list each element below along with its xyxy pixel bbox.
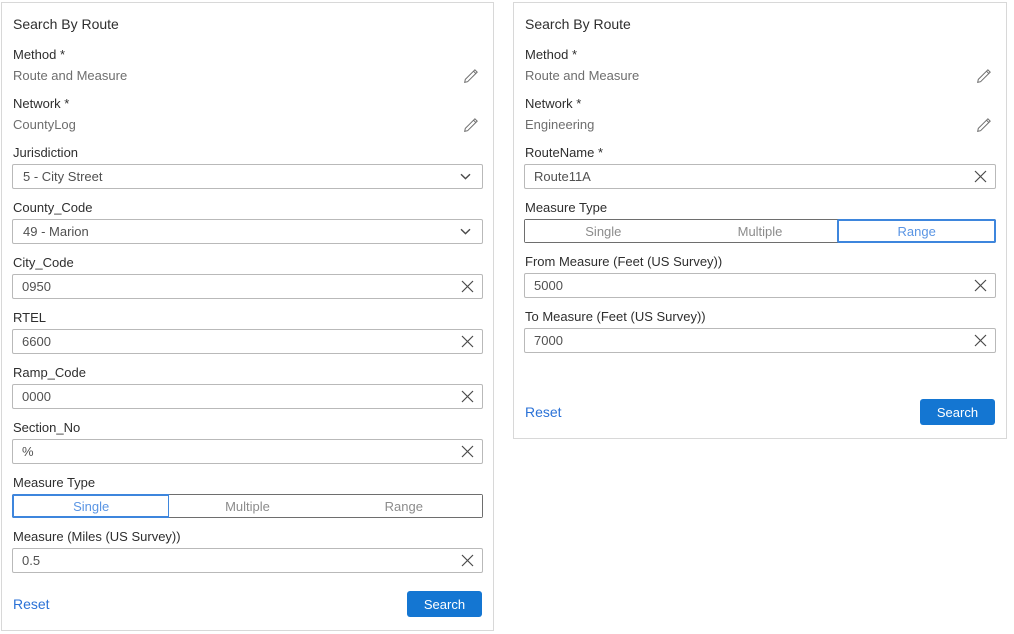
measure-input[interactable]	[12, 548, 483, 573]
close-icon	[461, 445, 474, 458]
pencil-icon	[976, 117, 992, 133]
network-value: CountyLog	[13, 117, 76, 133]
method-value: Route and Measure	[525, 68, 639, 84]
clear-section-no-button[interactable]	[452, 440, 482, 463]
edit-network-button[interactable]	[973, 117, 995, 133]
close-icon	[461, 335, 474, 348]
clear-city-code-button[interactable]	[452, 275, 482, 298]
field-rtel: RTEL	[12, 310, 483, 354]
measure-type-segmented: Single Multiple Range	[524, 219, 996, 243]
ramp-code-label: Ramp_Code	[13, 365, 483, 381]
field-method: Method * Route and Measure	[13, 47, 482, 84]
close-icon	[974, 279, 987, 292]
reset-link[interactable]: Reset	[525, 404, 562, 420]
field-measure-type: Measure Type Single Multiple Range	[524, 200, 996, 243]
measure-type-segmented: Single Multiple Range	[12, 494, 483, 518]
route-name-input[interactable]	[524, 164, 996, 189]
clear-to-measure-button[interactable]	[965, 329, 995, 352]
close-icon	[974, 334, 987, 347]
clear-route-name-button[interactable]	[965, 165, 995, 188]
measure-type-label: Measure Type	[13, 475, 483, 491]
close-icon	[461, 280, 474, 293]
to-measure-label: To Measure (Feet (US Survey))	[525, 309, 996, 325]
jurisdiction-label: Jurisdiction	[13, 145, 483, 161]
city-code-label: City_Code	[13, 255, 483, 271]
field-city-code: City_Code	[12, 255, 483, 299]
section-no-label: Section_No	[13, 420, 483, 436]
page: Search By Route Method * Route and Measu…	[0, 0, 1014, 631]
search-button[interactable]: Search	[407, 591, 482, 617]
panel-title: Search By Route	[525, 16, 996, 33]
field-from-measure: From Measure (Feet (US Survey))	[524, 254, 996, 298]
method-value: Route and Measure	[13, 68, 127, 84]
route-name-label: RouteName *	[525, 145, 996, 161]
jurisdiction-selected-value: 5 - City Street	[23, 169, 102, 184]
clear-rtel-button[interactable]	[452, 330, 482, 353]
field-method: Method * Route and Measure	[525, 47, 995, 84]
close-icon	[461, 390, 474, 403]
edit-network-button[interactable]	[460, 117, 482, 133]
close-icon	[974, 170, 987, 183]
panel-title: Search By Route	[13, 16, 483, 33]
pencil-icon	[976, 68, 992, 84]
county-code-selected-value: 49 - Marion	[23, 224, 89, 239]
county-code-select[interactable]: 49 - Marion	[12, 219, 483, 244]
field-ramp-code: Ramp_Code	[12, 365, 483, 409]
network-value: Engineering	[525, 117, 594, 133]
clear-measure-button[interactable]	[452, 549, 482, 572]
panel-footer: Reset Search	[12, 591, 483, 618]
measure-type-label: Measure Type	[525, 200, 996, 216]
jurisdiction-select[interactable]: 5 - City Street	[12, 164, 483, 189]
field-jurisdiction: Jurisdiction 5 - City Street	[12, 145, 483, 189]
edit-method-button[interactable]	[460, 68, 482, 84]
segment-multiple[interactable]: Multiple	[169, 495, 325, 517]
pencil-icon	[463, 117, 479, 133]
field-to-measure: To Measure (Feet (US Survey))	[524, 309, 996, 353]
clear-from-measure-button[interactable]	[965, 274, 995, 297]
network-label: Network *	[525, 96, 995, 112]
ramp-code-input[interactable]	[12, 384, 483, 409]
field-route-name: RouteName *	[524, 145, 996, 189]
from-measure-label: From Measure (Feet (US Survey))	[525, 254, 996, 270]
to-measure-input[interactable]	[524, 328, 996, 353]
field-section-no: Section_No	[12, 420, 483, 464]
chevron-down-icon	[460, 228, 471, 235]
search-panel-left: Search By Route Method * Route and Measu…	[1, 2, 494, 631]
edit-method-button[interactable]	[973, 68, 995, 84]
panel-footer: Reset Search	[524, 399, 996, 426]
field-county-code: County_Code 49 - Marion	[12, 200, 483, 244]
close-icon	[461, 554, 474, 567]
search-panel-right: Search By Route Method * Route and Measu…	[513, 2, 1007, 439]
segment-range[interactable]: Range	[326, 495, 482, 517]
field-measure: Measure (Miles (US Survey))	[12, 529, 483, 573]
segment-multiple[interactable]: Multiple	[682, 220, 839, 242]
pencil-icon	[463, 68, 479, 84]
segment-range[interactable]: Range	[838, 220, 995, 242]
city-code-input[interactable]	[12, 274, 483, 299]
segment-single[interactable]: Single	[525, 220, 682, 242]
section-no-input[interactable]	[12, 439, 483, 464]
chevron-down-icon	[460, 173, 471, 180]
clear-ramp-code-button[interactable]	[452, 385, 482, 408]
rtel-input[interactable]	[12, 329, 483, 354]
field-measure-type: Measure Type Single Multiple Range	[12, 475, 483, 518]
from-measure-input[interactable]	[524, 273, 996, 298]
measure-label: Measure (Miles (US Survey))	[13, 529, 483, 545]
county-code-label: County_Code	[13, 200, 483, 216]
search-button[interactable]: Search	[920, 399, 995, 425]
field-network: Network * Engineering	[525, 96, 995, 133]
field-network: Network * CountyLog	[13, 96, 482, 133]
reset-link[interactable]: Reset	[13, 596, 50, 612]
network-label: Network *	[13, 96, 482, 112]
method-label: Method *	[525, 47, 995, 63]
method-label: Method *	[13, 47, 482, 63]
segment-single[interactable]: Single	[13, 495, 169, 517]
rtel-label: RTEL	[13, 310, 483, 326]
